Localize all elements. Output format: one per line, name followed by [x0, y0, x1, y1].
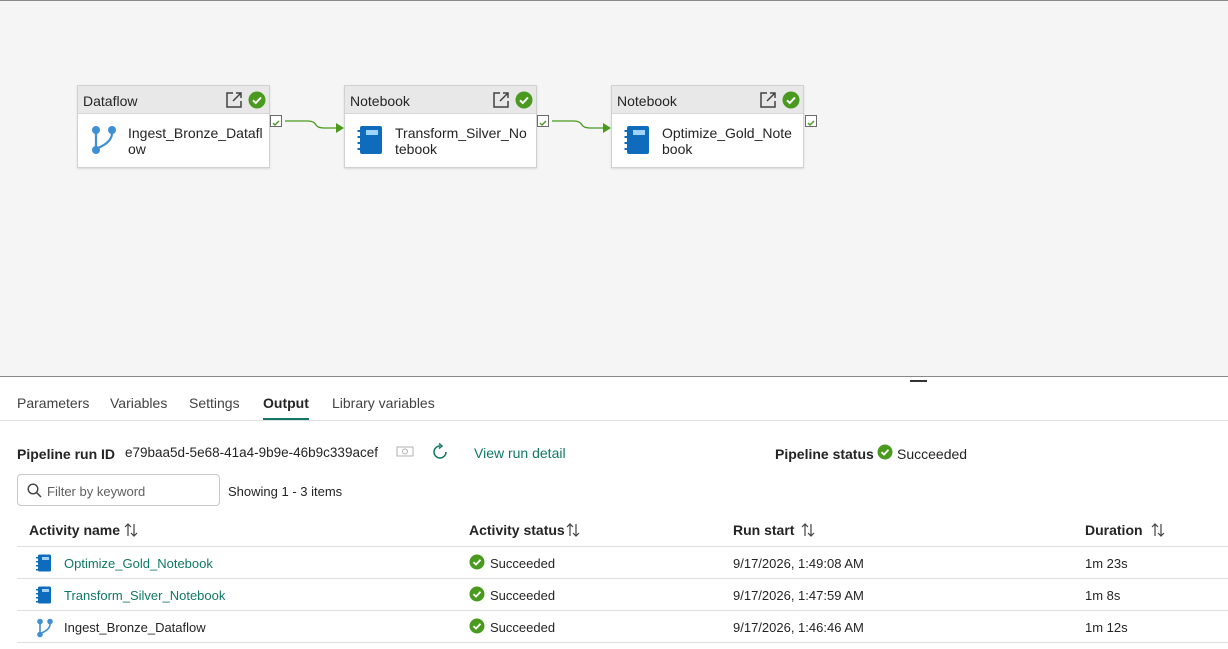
connector-1-2 [285, 120, 336, 129]
success-check-icon [469, 586, 485, 602]
node-type-label: Notebook [350, 93, 410, 109]
activity-name-link[interactable]: Optimize_Gold_Notebook [64, 556, 213, 571]
view-run-detail-link[interactable]: View run detail [474, 445, 566, 461]
pipeline-status-value: Succeeded [897, 446, 968, 462]
success-check-icon [469, 618, 485, 634]
bottom-panel-tabs: Parameters Variables Settings Output Lib… [0, 383, 1228, 421]
node-activity-name: Transform_Silver_Notebook [395, 125, 527, 157]
table-header-row: Activity name Activity status Run start … [17, 513, 1228, 547]
dataflow-icon [37, 618, 53, 638]
success-check-icon [877, 444, 893, 460]
arrow-head-2 [603, 123, 611, 133]
open-external-icon[interactable] [491, 90, 511, 110]
activity-node-optimize-gold[interactable]: Notebook Optimize_Gold_Notebook [611, 85, 804, 168]
success-check-icon [782, 91, 800, 109]
activity-status: Succeeded [490, 620, 556, 635]
showing-items-count: Showing 1 - 3 items [228, 484, 343, 499]
activity-node-transform-silver[interactable]: Notebook Transform_Silver_Notebook [344, 85, 537, 168]
on-success-port[interactable] [270, 115, 282, 127]
duration: 1m 8s [1085, 588, 1121, 603]
copy-icon[interactable] [396, 444, 414, 458]
sort-icon[interactable] [1150, 522, 1166, 538]
column-header-duration[interactable]: Duration [1085, 522, 1143, 538]
notebook-icon [36, 586, 51, 604]
activity-status: Succeeded [490, 588, 556, 603]
activity-name: Ingest_Bronze_Dataflow [64, 620, 206, 635]
sort-icon[interactable] [800, 522, 816, 538]
column-header-activity-name[interactable]: Activity name [29, 522, 120, 538]
duration: 1m 12s [1085, 620, 1128, 635]
notebook-icon [624, 126, 649, 154]
tab-parameters[interactable]: Parameters [17, 395, 89, 411]
success-check-icon [469, 554, 485, 570]
activity-name-link[interactable]: Transform_Silver_Notebook [64, 588, 225, 603]
activity-node-dataflow[interactable]: Dataflow Ingest_Bronze_Dataflow [77, 85, 270, 168]
node-type-label: Notebook [617, 93, 677, 109]
tab-library-variables[interactable]: Library variables [332, 395, 435, 411]
duration: 1m 23s [1085, 556, 1128, 571]
notebook-icon [357, 126, 382, 154]
pipeline-canvas[interactable]: Dataflow Ingest_Bronze_Dataflow Notebook… [0, 0, 1228, 377]
port-check-icon [272, 120, 280, 126]
port-check-icon [539, 120, 547, 126]
panel-resize-handle[interactable] [910, 380, 927, 382]
run-start: 9/17/2026, 1:47:59 AM [733, 588, 864, 603]
node-header: Dataflow [78, 86, 269, 114]
pipeline-run-id-value: e79baa5d-5e68-41a4-9b9e-46b9c339acef [125, 445, 378, 460]
activity-connectors [285, 120, 611, 133]
on-success-port[interactable] [805, 115, 817, 127]
connector-2-3 [552, 120, 603, 129]
dataflow-icon [92, 126, 116, 154]
refresh-icon[interactable] [431, 443, 449, 461]
run-start: 9/17/2026, 1:46:46 AM [733, 620, 864, 635]
success-check-icon [515, 91, 533, 109]
sort-icon[interactable] [565, 522, 581, 538]
activity-status: Succeeded [490, 556, 556, 571]
tab-settings[interactable]: Settings [189, 395, 240, 411]
filter-input[interactable] [47, 481, 212, 501]
node-activity-name: Ingest_Bronze_Dataflow [128, 125, 263, 157]
node-type-label: Dataflow [83, 93, 138, 109]
filter-search-box[interactable] [17, 474, 220, 506]
table-row[interactable]: Ingest_Bronze_Dataflow Succeeded 9/17/20… [17, 611, 1228, 643]
table-row[interactable]: Transform_Silver_Notebook Succeeded 9/17… [17, 579, 1228, 611]
node-header: Notebook [612, 86, 803, 114]
on-success-port[interactable] [537, 115, 549, 127]
open-external-icon[interactable] [758, 90, 778, 110]
activity-runs-table: Activity name Activity status Run start … [17, 513, 1228, 643]
open-external-icon[interactable] [224, 90, 244, 110]
sort-icon[interactable] [123, 522, 139, 538]
column-header-run-start[interactable]: Run start [733, 522, 794, 538]
arrow-head-1 [336, 123, 344, 133]
notebook-icon [36, 554, 51, 572]
active-tab-indicator [263, 418, 309, 420]
port-check-icon [807, 120, 815, 126]
run-start: 9/17/2026, 1:49:08 AM [733, 556, 864, 571]
search-icon [27, 483, 42, 498]
node-activity-name: Optimize_Gold_Notebook [662, 125, 792, 157]
node-header: Notebook [345, 86, 536, 114]
table-row[interactable]: Optimize_Gold_Notebook Succeeded 9/17/20… [17, 547, 1228, 579]
pipeline-run-id-label: Pipeline run ID [17, 446, 116, 462]
tab-variables[interactable]: Variables [110, 395, 167, 411]
tab-output[interactable]: Output [263, 395, 309, 411]
success-check-icon [248, 91, 266, 109]
column-header-activity-status[interactable]: Activity status [469, 522, 565, 538]
pipeline-status-label: Pipeline status [775, 446, 874, 462]
